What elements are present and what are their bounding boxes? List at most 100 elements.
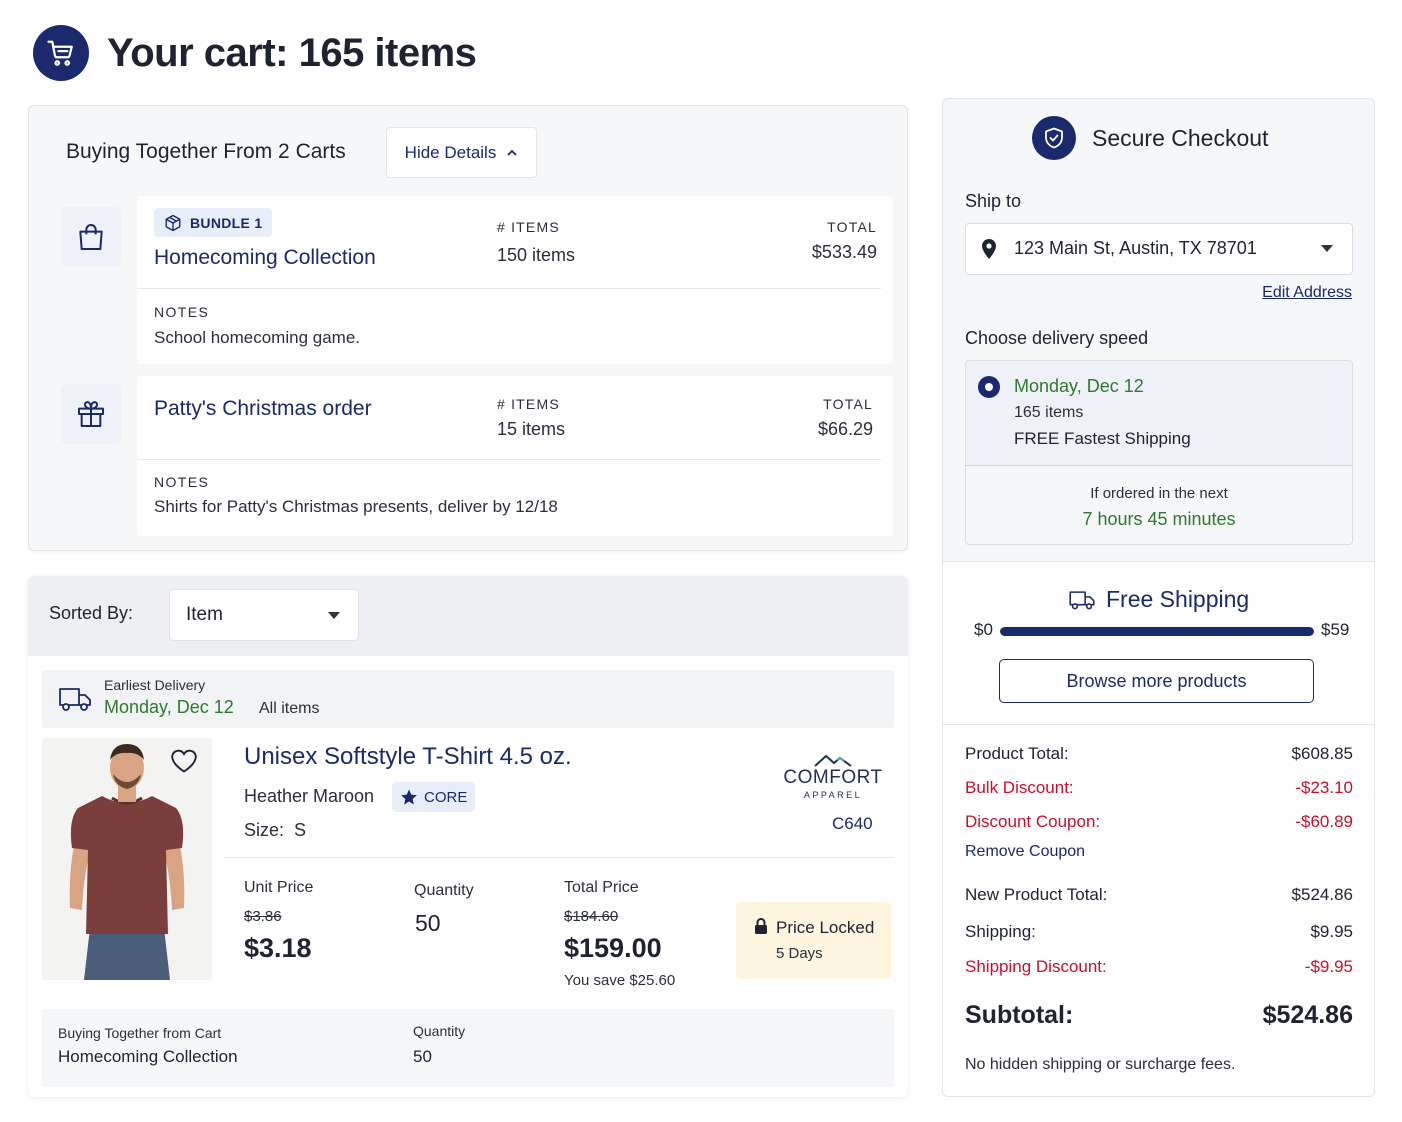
earliest-delivery-label: Earliest Delivery: [104, 677, 206, 693]
no-hidden-fees-note: No hidden shipping or surcharge fees.: [965, 1056, 1236, 1073]
brand-logo: COMFORT APPAREL: [783, 753, 883, 800]
bundle-card: BUNDLE 1 Homecoming Collection # ITEMS 1…: [137, 196, 893, 364]
cart-items-panel: Sorted By: Item Earliest Delivery Monday…: [28, 576, 908, 1097]
delivery-option-type: FREE Fastest Shipping: [1014, 429, 1191, 448]
bundle-tag-label: BUNDLE 1: [190, 214, 263, 231]
price-locked-duration: 5 Days: [776, 945, 823, 962]
divider: [137, 288, 881, 289]
items-label: # ITEMS: [497, 219, 560, 235]
unit-price: $3.18: [244, 933, 312, 963]
star-icon: [401, 789, 417, 805]
bulk-discount-value: -$23.10: [1295, 778, 1353, 797]
edit-address-link[interactable]: Edit Address: [1262, 284, 1352, 302]
free-shipping-header: Free Shipping: [1068, 586, 1249, 613]
quantity-value[interactable]: 50: [415, 910, 441, 937]
brand-name: COMFORT: [783, 767, 883, 788]
new-product-total-value: $524.86: [1291, 885, 1353, 904]
total-value: $66.29: [817, 419, 873, 439]
total-price-old: $184.60: [564, 908, 619, 925]
total-label: TOTAL: [827, 219, 877, 235]
bulk-discount-label: Bulk Discount:: [965, 778, 1074, 797]
bulk-discount-row: Bulk Discount: -$23.10: [965, 778, 1353, 798]
items-label: # ITEMS: [497, 396, 560, 412]
shipping-discount-label: Shipping Discount:: [965, 957, 1107, 976]
shipping-label: Shipping:: [965, 922, 1036, 941]
product-color: Heather Maroon: [244, 786, 375, 806]
new-product-total-row: New Product Total: $524.86: [965, 885, 1353, 905]
discount-coupon-value: -$60.89: [1295, 812, 1353, 831]
subtotal-label: Subtotal:: [965, 1001, 1074, 1029]
total-value: $533.49: [811, 242, 877, 262]
buying-together-label: Buying Together from Cart: [58, 1025, 222, 1041]
page-header: Your cart: 165 items: [33, 25, 477, 81]
shipping-value: $9.95: [1310, 922, 1353, 941]
checkout-header: Secure Checkout: [1032, 116, 1268, 160]
browse-products-button[interactable]: Browse more products: [999, 659, 1314, 703]
sort-select[interactable]: Item: [169, 589, 359, 641]
progress-max: $59: [1321, 620, 1350, 639]
size-value: S: [294, 820, 307, 840]
earliest-delivery-date: Monday, Dec 12: [104, 697, 234, 717]
subtotal-row: Subtotal: $524.86: [965, 1001, 1353, 1030]
free-shipping-title: Free Shipping: [1106, 586, 1250, 612]
order-totals: Product Total: $608.85 Bulk Discount: -$…: [943, 725, 1374, 1096]
checkout-panel: Secure Checkout Ship to 123 Main St, Aus…: [942, 98, 1375, 1097]
bundle-name[interactable]: Homecoming Collection: [154, 246, 376, 270]
sorted-by-label: Sorted By:: [49, 603, 134, 623]
sort-bar: Sorted By: Item: [28, 576, 908, 656]
brand-sub: APPAREL: [803, 790, 863, 800]
countdown: 7 hours 45 minutes: [1082, 509, 1236, 529]
address-value: 123 Main St, Austin, TX 78701: [1014, 238, 1257, 258]
caret-down-icon: [328, 612, 340, 619]
size-label: Size:: [244, 820, 285, 840]
price-locked-badge: Price Locked 5 Days: [736, 902, 891, 979]
items-value: 150 items: [497, 245, 576, 265]
discount-coupon-row: Discount Coupon: -$60.89: [965, 812, 1353, 832]
delivery-option-date: Monday, Dec 12: [1014, 376, 1144, 396]
lock-icon: [755, 918, 767, 934]
delivery-option[interactable]: Monday, Dec 12 165 items FREE Fastest Sh…: [966, 361, 1352, 466]
discount-coupon-label: Discount Coupon:: [965, 812, 1101, 831]
radio-selected[interactable]: [978, 376, 1000, 398]
remove-coupon-link[interactable]: Remove Coupon: [965, 843, 1085, 861]
ship-to-label: Ship to: [965, 191, 1022, 211]
shopping-bag-icon: [61, 207, 121, 267]
progress-fill: [1000, 627, 1314, 636]
notes-label: NOTES: [154, 474, 210, 490]
gift-icon: [61, 384, 121, 444]
progress-min: $0: [974, 620, 993, 639]
hide-details-button[interactable]: Hide Details: [386, 127, 537, 178]
product-total-row: Product Total: $608.85: [965, 744, 1353, 764]
address-select[interactable]: 123 Main St, Austin, TX 78701: [965, 223, 1353, 275]
shield-icon: [1032, 116, 1076, 160]
heart-icon[interactable]: [170, 748, 200, 776]
unit-price-label: Unit Price: [244, 879, 314, 896]
notes-text: Shirts for Patty's Christmas presents, d…: [154, 497, 558, 516]
subtotal-value: $524.86: [1262, 1001, 1353, 1029]
caret-down-icon: [1321, 245, 1333, 252]
product-name[interactable]: Unisex Softstyle T-Shirt 4.5 oz.: [244, 743, 572, 771]
location-pin-icon: [982, 239, 996, 259]
product-total-label: Product Total:: [965, 744, 1069, 763]
page-title: Your cart: 165 items: [107, 30, 477, 75]
divider: [137, 459, 881, 460]
bundle-name[interactable]: Patty's Christmas order: [154, 397, 372, 421]
unit-price-old: $3.86: [244, 908, 282, 925]
size-row: Size: S: [244, 820, 306, 841]
delivery-option-items: 165 items: [1014, 404, 1084, 421]
you-save: You save $25.60: [564, 972, 676, 989]
notes-label: NOTES: [154, 304, 210, 320]
delivery-strip: Earliest Delivery Monday, Dec 12 All ite…: [42, 670, 894, 728]
box-icon: [165, 214, 181, 231]
delivery-scope: All items: [259, 700, 320, 717]
free-shipping-progress: [1000, 627, 1314, 636]
notes-text: School homecoming game.: [154, 328, 361, 347]
truck-icon: [59, 688, 91, 711]
total-price: $159.00: [564, 933, 662, 963]
total-label: TOTAL: [823, 396, 873, 412]
chevron-up-icon: [507, 149, 517, 156]
core-badge-label: CORE: [424, 788, 468, 806]
cart-icon: [33, 25, 89, 81]
total-price-label: Total Price: [564, 879, 639, 896]
items-value: 15 items: [497, 419, 566, 439]
